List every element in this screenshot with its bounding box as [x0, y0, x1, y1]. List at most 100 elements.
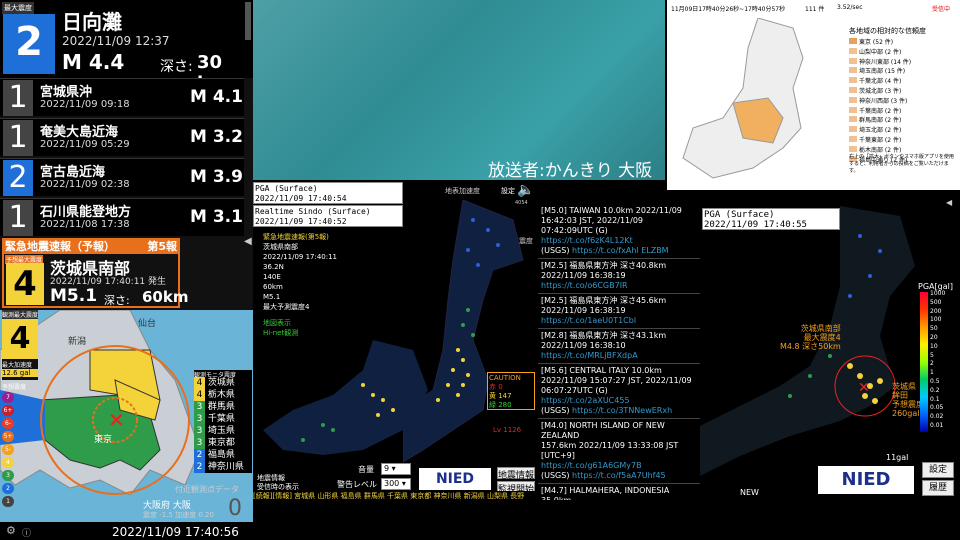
rel-row-text: 東京 (52 件) — [859, 39, 894, 46]
tweet-link[interactable]: https://t.co/f6zK4L12Kt — [541, 236, 697, 246]
center-eew-line: 2022/11/09 17:40:11 — [263, 253, 338, 261]
history-scrollbar[interactable] — [245, 2, 251, 40]
info-icon[interactable]: ⓘ — [22, 526, 31, 539]
history-place: 宮城県沖 — [40, 85, 93, 100]
history-mag: M 4.1 — [190, 87, 243, 107]
tweet-link2[interactable]: https://t.co/3TNNewERxh — [572, 406, 672, 415]
latest-label: 最大震度 — [2, 2, 34, 14]
rel-list: 東京 (52 件) 山梨中部 (2 件) 神奈川東部 (14 件) 埼玉南部 (15 … — [849, 38, 959, 165]
rel-header: 11月09日17時40分26秒~17時40分57秒 — [671, 6, 786, 13]
rel-row-text: 神奈川西部 (3 件) — [859, 97, 908, 105]
volume-select[interactable]: 9 ▾ — [381, 463, 411, 475]
right-settings-button[interactable]: 設定 — [922, 462, 954, 478]
center-settings[interactable]: 設定 — [501, 186, 515, 196]
rel-row-text: 埼玉北部 (2 件) — [859, 127, 902, 135]
history-row[interactable]: 1 奄美大島近海 2022/11/09 05:29 M 3.2 — [0, 118, 244, 156]
rel-row: 神奈川西部 (3 件) — [849, 96, 959, 107]
tweet-link2[interactable]: https://t.co/fxAhl ELZBM — [572, 246, 669, 255]
center-pga-time: 2022/11/09 17:40:54 — [255, 194, 347, 203]
tweet-body: 2022/11/09 16:38:19 — [541, 271, 626, 280]
tweet-source: (USGS) — [541, 406, 570, 415]
history-datetime: 2022/11/09 05:29 — [40, 139, 130, 150]
eew-collapse-icon[interactable]: ◀ — [244, 236, 252, 247]
quake-info-button[interactable]: 地震情報 — [497, 467, 535, 481]
tweet-source: (USGS) — [541, 246, 570, 255]
tweet-link2[interactable]: https://t.co/f5aA7Uhf45 — [572, 471, 666, 480]
right-scale-label: 100 — [930, 316, 942, 324]
tweet-item[interactable]: [M2.5] 福島県東方沖 深さ45.6km 2022/11/09 16:38:1… — [538, 294, 700, 329]
right-history-button[interactable]: 履歴 — [922, 480, 954, 496]
eew-observed-label: 観測最大震度 — [2, 310, 39, 319]
center-red: 赤 0 — [489, 383, 503, 391]
right-eew-lbl3: M4.8 深さ50km — [780, 342, 841, 351]
tweet-item[interactable]: [M2.5] 福島県東方沖 深さ40.8km 2022/11/09 16:38:1… — [538, 259, 700, 294]
right-scale-label: 0.5 — [930, 377, 940, 385]
history-row[interactable]: 1 宮城県沖 2022/11/09 09:18 M 4.1 — [0, 78, 244, 116]
broadcaster-text: 放送者:かんきり 大阪 — [488, 161, 653, 181]
center-caution: CAUTION — [489, 374, 521, 382]
intensity-scale: 7 6+ 6- 5+ 5- 4 3 2 1 — [2, 392, 16, 509]
pred-int-label: 予想震度 — [2, 384, 27, 391]
monitor-item: 4 栃木県 — [194, 389, 252, 401]
tweet-body: 157.6km 2022/11/09 13:33:08 JST [UTC+9] — [541, 441, 679, 460]
center-stats: CAUTION 赤 0 黄 147 緑 280 — [487, 372, 535, 410]
tweet-link[interactable]: https://t.co/2aXUC455 — [541, 396, 697, 406]
history-row[interactable]: 2 宮古島近海 2022/11/09 02:38 M 3.9 — [0, 158, 244, 196]
alarm-label: 警告レベル — [337, 480, 377, 489]
rel-row: 群馬南部 (2 件) — [849, 116, 959, 126]
reliability-panel: 11月09日17時40分26秒~17時40分57秒 111 件 3.52/sec… — [667, 0, 960, 190]
center-yellow: 黄 147 — [489, 392, 512, 400]
rel-status: 受信中 — [932, 6, 951, 13]
station-intensity: 0 — [228, 496, 242, 521]
rel-row: 山梨中部 (2 件) — [849, 47, 959, 58]
tweet-link[interactable]: https://t.co/o6CGB7IR — [541, 281, 697, 291]
tweet-item[interactable]: [M4.7] HALMAHERA, INDONESIA 35.0km2022/1… — [538, 484, 700, 500]
tweet-link[interactable]: https://t.co/MRLjBFXdpA — [541, 351, 697, 361]
history-datetime: 2022/11/08 17:38 — [40, 219, 130, 230]
left-panel: 最大震度 2 日向灘 2022/11/09 12:37 M 4.4 深さ: 3 0… — [0, 0, 253, 540]
history-mag: M 3.9 — [190, 167, 243, 187]
right-scale-label: 50 — [930, 325, 938, 333]
rel-rate: 3.52/sec — [837, 4, 863, 11]
right-scale-bar — [920, 292, 928, 432]
clock: 2022/11/09 17:40:56 — [112, 525, 239, 539]
tweet-item[interactable]: [M5.6] CENTRAL ITALY 10.0km 2022/11/09 15… — [538, 364, 700, 419]
station-label: 付近観測点データ — [175, 485, 239, 494]
history-mag: M 3.1 — [190, 207, 243, 227]
rel-row: 埼玉南部 (15 件) — [849, 67, 959, 77]
eew-mag: M5.1 — [50, 286, 98, 306]
latest-quake[interactable]: 最大震度 2 日向灘 2022/11/09 12:37 M 4.4 深さ: 30… — [0, 0, 253, 94]
monitor-item: 2 神奈川県 — [194, 461, 252, 473]
tweet-link[interactable]: https://t.co/g61A6GMy7B — [541, 461, 697, 471]
history-place: 奄美大島近海 — [40, 125, 119, 140]
clock-bar: ⚙ ⓘ 2022/11/09 17:40:56 — [0, 522, 253, 540]
volume-label: 音量 — [358, 465, 374, 474]
alarm-value: 300 — [384, 479, 400, 488]
eew-header: 緊急地震速報（予報） 第5報 — [2, 238, 180, 253]
center-green: 緑 280 — [489, 401, 512, 409]
latest-intensity: 2 — [3, 14, 55, 74]
tweet-link[interactable]: https://t.co/1aeU0T1Cbl — [541, 316, 697, 326]
tweet-item[interactable]: [M5.0] TAIWAN 10.0km 2022/11/09 16:42:03 … — [538, 204, 700, 259]
eew-depth: 60km — [142, 288, 189, 306]
center-rt-label: Realtime Sindo (Surface) — [255, 207, 371, 216]
tweet-item[interactable]: [M4.0] NORTH ISLAND OF NEW ZEALAND 157.6k… — [538, 419, 700, 484]
tweet-item[interactable]: [M2.8] 福島県東方沖 深さ43.1km 2022/11/09 16:38:1… — [538, 329, 700, 364]
monitor-item: 3 埼玉県 — [194, 425, 252, 437]
right-scale-label: 5 — [930, 351, 934, 359]
scale-item: 4 — [2, 457, 14, 468]
history-datetime: 2022/11/09 02:38 — [40, 179, 130, 190]
eew-depth-label: 深さ: — [104, 294, 130, 307]
ticker: [続報][情報] 宮城県 山形県 福島県 群馬県 千葉県 東京都 神奈川県 新潟… — [253, 491, 538, 502]
eew-observed-intensity: 4 — [2, 319, 38, 359]
history-datetime: 2022/11/09 09:18 — [40, 99, 130, 110]
right-collapse-icon[interactable]: ◀ — [946, 198, 952, 207]
center-map-label1: 地表加速度 — [445, 187, 480, 195]
volume-value: 9 — [384, 464, 390, 473]
tweet-head: [M2.5] 福島県東方沖 深さ45.6km — [541, 296, 667, 305]
monitor-place: 群馬県 — [207, 402, 235, 412]
speaker-icon[interactable]: 🔈 — [517, 182, 534, 198]
alarm-select[interactable]: 300 ▾ — [381, 478, 411, 490]
history-row[interactable]: 1 石川県能登地方 2022/11/08 17:38 M 3.1 — [0, 198, 244, 236]
settings-icon[interactable]: ⚙ — [6, 524, 16, 537]
